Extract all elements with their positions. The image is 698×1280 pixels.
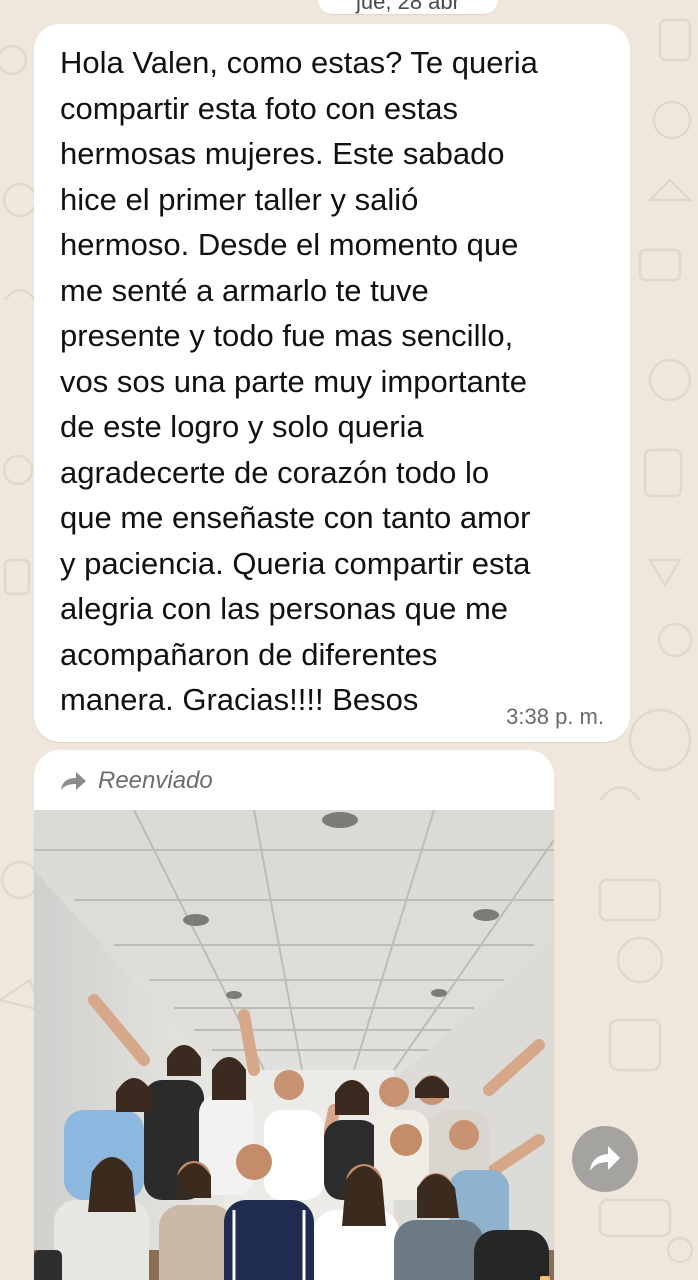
- incoming-message-bubble[interactable]: Hola Valen, como estas? Te queria compar…: [34, 24, 630, 742]
- forwarded-header: Reenviado: [60, 766, 213, 796]
- forward-arrow-icon: [61, 772, 86, 790]
- share-forward-icon: [590, 1146, 620, 1171]
- forwarded-photo-message[interactable]: Reenviado: [34, 750, 554, 1280]
- share-forward-button[interactable]: [572, 1126, 638, 1192]
- date-separator: jue, 28 abr: [318, 0, 498, 14]
- group-photo[interactable]: [34, 810, 554, 1280]
- forwarded-label: Reenviado: [98, 767, 213, 794]
- message-text: Hola Valen, como estas? Te queria compar…: [60, 45, 538, 717]
- message-timestamp: 3:38 p. m.: [506, 704, 604, 729]
